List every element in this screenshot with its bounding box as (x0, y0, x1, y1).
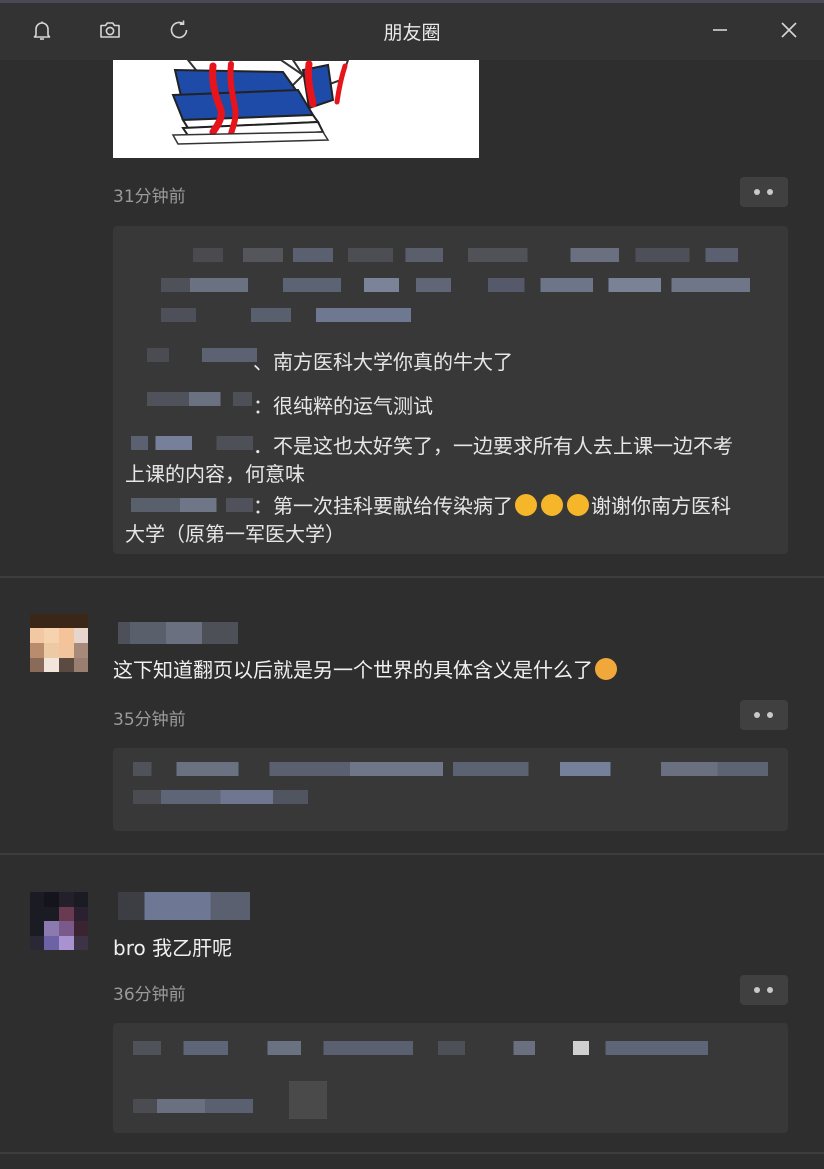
post-divider (0, 576, 824, 578)
pixelated-text (468, 248, 738, 262)
pixelated-name (131, 498, 253, 512)
hugging-emoji (515, 494, 537, 516)
window-title: 朋友圈 (383, 22, 441, 44)
pixelated-text (161, 308, 411, 322)
pixelated-username[interactable] (118, 622, 238, 644)
pixelated-text (133, 1041, 413, 1055)
comment-box (113, 1023, 788, 1133)
pixelated-name (147, 348, 257, 362)
comment-text-tail: 谢谢你南方医科 (591, 494, 731, 518)
post-time: 35分钟前 (113, 710, 186, 730)
pixelated-text (488, 278, 750, 292)
title-bar: 朋友圈 (0, 0, 824, 60)
post-text-line: 这下知道翻页以后就是另一个世界的具体含义是什么了 (113, 654, 619, 683)
comment-text: ：很纯粹的运气测试 (253, 394, 433, 418)
post-text: 这下知道翻页以后就是另一个世界的具体含义是什么了 (113, 658, 593, 682)
comment-box (113, 748, 788, 831)
moments-feed[interactable]: 31分钟前 、南方医科大学你真的牛大了 ：很纯粹的运气测试 ．不是这也太好笑了，… (0, 60, 824, 1169)
pixelated-username[interactable] (118, 892, 250, 920)
avatar[interactable] (30, 614, 88, 672)
comment-text: ．不是这也太好笑了，一边要求所有人去上课一边不考 (253, 434, 733, 458)
books-illustration (171, 60, 350, 145)
comment-text-line: ：第一次挂科要献给传染病了 谢谢你南方医科 (253, 490, 731, 519)
hugging-emoji (567, 494, 589, 516)
pixelated-name (147, 392, 252, 406)
post-divider (0, 853, 824, 855)
post-divider (0, 1152, 824, 1154)
emoji (595, 658, 617, 680)
comment-text: ：第一次挂科要献给传染病了 (253, 494, 513, 518)
post-time: 36分钟前 (113, 985, 186, 1005)
pixelated-text (161, 278, 451, 292)
pixelated-text (133, 1099, 253, 1113)
pixelated-text (133, 762, 443, 776)
hugging-emoji (541, 494, 563, 516)
comment-box: 、南方医科大学你真的牛大了 ：很纯粹的运气测试 ．不是这也太好笑了，一边要求所有… (113, 226, 788, 554)
pixelated-text (438, 1041, 708, 1055)
comment-text-continued: 大学（原第一军医大学） (125, 522, 345, 546)
comment-text-continued: 上课的内容，何意味 (125, 462, 305, 486)
post-time: 31分钟前 (113, 187, 186, 207)
more-button[interactable] (740, 177, 788, 207)
comment-text: 、南方医科大学你真的牛大了 (253, 350, 513, 374)
top-strip (0, 0, 824, 3)
pixelated-image (289, 1081, 327, 1119)
close-icon[interactable] (777, 18, 801, 42)
pixelated-text (193, 248, 443, 262)
minimize-icon[interactable] (708, 18, 732, 42)
post-image[interactable] (113, 60, 479, 158)
more-button[interactable] (740, 975, 788, 1005)
avatar[interactable] (30, 892, 88, 950)
more-button[interactable] (740, 700, 788, 730)
post-text: bro 我乙肝呢 (113, 936, 233, 960)
pixelated-text (453, 762, 768, 776)
pixelated-name (131, 436, 253, 450)
pixelated-text (133, 790, 308, 804)
